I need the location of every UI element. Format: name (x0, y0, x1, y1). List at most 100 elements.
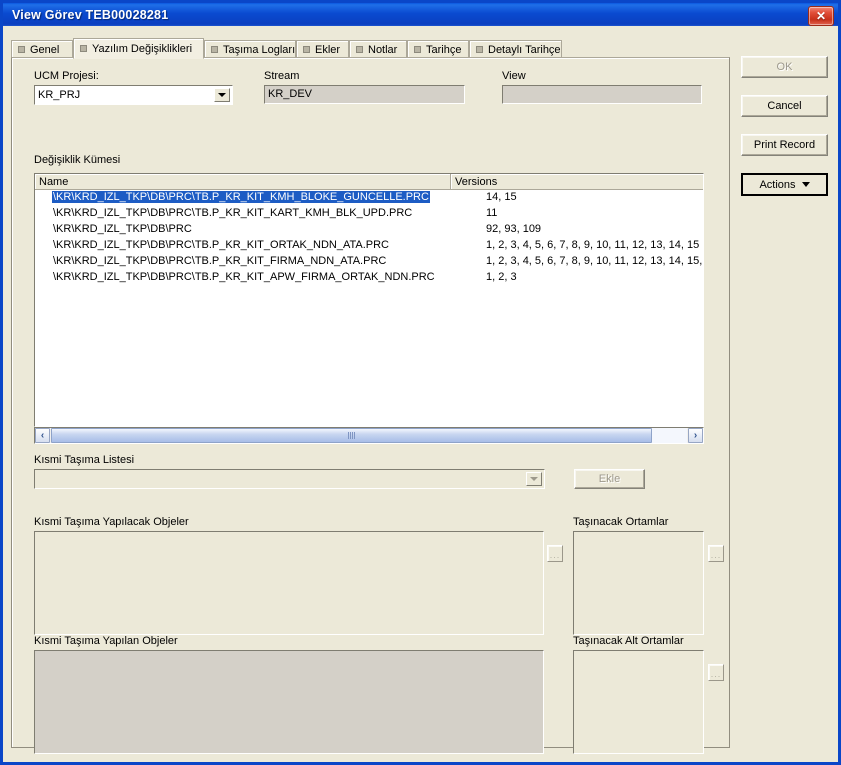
print-record-button-label: Print Record (753, 139, 816, 151)
window-title: View Görev TEB00028281 (12, 7, 169, 22)
close-icon[interactable]: ✕ (808, 6, 834, 26)
tab-genel[interactable]: Genel (11, 40, 73, 58)
tab-icon (18, 46, 25, 53)
table-row[interactable]: \KR\KRD_IZL_TKP\DB\PRC 92, 93, 109 (35, 222, 703, 238)
listview-horizontal-scrollbar[interactable]: ‹ › (34, 427, 704, 444)
cancel-button[interactable]: Cancel (741, 95, 828, 117)
scrollbar-track[interactable] (652, 428, 687, 443)
listview-rows: \KR\KRD_IZL_TKP\DB\PRC\TB.P_KR_KIT_KMH_B… (35, 190, 703, 426)
browse-label: ... (710, 550, 722, 560)
chevron-down-icon[interactable] (526, 472, 542, 486)
tab-icon (414, 46, 421, 53)
tab-label: Yazılım Değişiklikleri (92, 42, 193, 55)
tab-icon (80, 45, 87, 52)
changeset-listview[interactable]: Name Versions \KR\KRD_IZL_TKP\DB\PRC\TB.… (34, 173, 704, 427)
dialog-window: View Görev TEB00028281 ✕ Genel Yazılım D… (0, 0, 841, 765)
actions-button-label: Actions (759, 178, 796, 191)
sub-envs-label: Taşınacak Alt Ortamlar (573, 635, 684, 647)
row-name: \KR\KRD_IZL_TKP\DB\PRC\TB.P_KR_KIT_KART_… (53, 207, 413, 219)
tab-tarihce[interactable]: Tarihçe (407, 40, 469, 58)
browse-label: ... (710, 669, 722, 679)
cancel-button-label: Cancel (767, 100, 802, 112)
tab-label: Genel (30, 43, 60, 56)
ucm-project-value: KR_PRJ (38, 89, 81, 101)
browse-label: ... (549, 550, 561, 560)
tab-icon (303, 46, 310, 53)
title-bar: View Görev TEB00028281 ✕ (3, 3, 838, 26)
stream-field: KR_DEV (264, 85, 465, 104)
tab-strip: Genel Yazılım Değişiklikleri Taşıma Logl… (11, 38, 730, 59)
objects-moved-field[interactable] (34, 650, 544, 754)
table-row[interactable]: \KR\KRD_IZL_TKP\DB\PRC\TB.P_KR_KIT_FIRMA… (35, 254, 703, 270)
chevron-down-icon[interactable] (214, 88, 230, 102)
row-versions: 1, 2, 3, 4, 5, 6, 7, 8, 9, 10, 11, 12, 1… (486, 239, 700, 251)
row-name: \KR\KRD_IZL_TKP\DB\PRC\TB.P_KR_KIT_ORTAK… (53, 239, 389, 251)
changeset-label: Değişiklik Kümesi (34, 154, 121, 166)
tab-label: Tarihçe (426, 43, 462, 56)
scroll-left-glyph: ‹ (40, 430, 45, 441)
chevron-down-icon (801, 182, 810, 187)
row-versions: 11 (486, 207, 498, 219)
row-name: \KR\KRD_IZL_TKP\DB\PRC\TB.P_KR_KIT_FIRMA… (53, 255, 387, 267)
tab-icon (211, 46, 218, 53)
stream-value: KR_DEV (268, 88, 313, 100)
print-record-button[interactable]: Print Record (741, 134, 828, 156)
tab-detayli-tarihce[interactable]: Detaylı Tarihçe (469, 40, 562, 58)
scrollbar-thumb[interactable] (51, 428, 652, 443)
ok-button-label: OK (776, 61, 793, 73)
tab-label: Detaylı Tarihçe (488, 43, 561, 56)
dialog-client-area: Genel Yazılım Değişiklikleri Taşıma Logl… (3, 26, 838, 762)
envs-label: Taşınacak Ortamlar (573, 516, 669, 528)
column-header-versions[interactable]: Versions (451, 174, 703, 189)
scrollbar-grip (348, 432, 355, 439)
tab-page-yazilim-degisiklikleri: UCM Projesi: KR_PRJ Stream KR_DEV View D… (11, 57, 730, 754)
row-versions: 92, 93, 109 (486, 223, 542, 235)
add-button-label: Ekle (598, 473, 621, 485)
scroll-right-icon[interactable]: › (688, 428, 703, 443)
tab-label: Taşıma Logları (223, 43, 296, 56)
view-field (502, 85, 702, 104)
row-versions: 14, 15 (486, 191, 517, 203)
table-row[interactable]: \KR\KRD_IZL_TKP\DB\PRC\TB.P_KR_KIT_KART_… (35, 206, 703, 222)
column-header-name[interactable]: Name (35, 174, 451, 189)
sub-envs-browse-button[interactable]: ... (708, 664, 724, 681)
sub-envs-field[interactable] (573, 650, 704, 754)
objects-to-move-browse-button[interactable]: ... (547, 545, 563, 562)
tab-ekler[interactable]: Ekler (296, 40, 349, 58)
partial-list-label: Kısmi Taşıma Listesi (34, 454, 135, 466)
partial-list-combo[interactable] (34, 469, 545, 489)
row-name: \KR\KRD_IZL_TKP\DB\PRC\TB.P_KR_KIT_KMH_B… (52, 191, 430, 203)
ok-button[interactable]: OK (741, 56, 828, 78)
objects-moved-label: Kısmi Taşıma Yapılan Objeler (34, 635, 178, 647)
table-row[interactable]: \KR\KRD_IZL_TKP\DB\PRC\TB.P_KR_KIT_APW_F… (35, 270, 703, 286)
objects-to-move-label: Kısmi Taşıma Yapılacak Objeler (34, 516, 189, 528)
add-button[interactable]: Ekle (574, 469, 645, 489)
row-name: \KR\KRD_IZL_TKP\DB\PRC\TB.P_KR_KIT_APW_F… (53, 271, 435, 283)
tab-yazilim-degisiklikleri[interactable]: Yazılım Değişiklikleri (73, 38, 204, 59)
actions-button[interactable]: Actions (741, 173, 828, 196)
envs-browse-button[interactable]: ... (708, 545, 724, 562)
tab-label: Notlar (368, 43, 398, 56)
stream-label: Stream (264, 70, 300, 82)
tab-label: Ekler (315, 43, 341, 56)
column-header-label: Name (39, 175, 69, 188)
scroll-right-glyph: › (693, 430, 698, 441)
row-versions: 1, 2, 3 (486, 271, 517, 283)
table-row[interactable]: \KR\KRD_IZL_TKP\DB\PRC\TB.P_KR_KIT_KMH_B… (35, 190, 703, 206)
row-versions: 1, 2, 3, 4, 5, 6, 7, 8, 9, 10, 11, 12, 1… (486, 255, 704, 267)
tab-notlar[interactable]: Notlar (349, 40, 407, 58)
close-glyph: ✕ (815, 9, 827, 23)
column-header-label: Versions (455, 175, 498, 188)
table-row[interactable]: \KR\KRD_IZL_TKP\DB\PRC\TB.P_KR_KIT_ORTAK… (35, 238, 703, 254)
ucm-project-combo[interactable]: KR_PRJ (34, 85, 233, 105)
row-name: \KR\KRD_IZL_TKP\DB\PRC (53, 223, 192, 235)
tab-tasima-loglari[interactable]: Taşıma Logları (204, 40, 296, 58)
envs-field[interactable] (573, 531, 704, 635)
scroll-left-icon[interactable]: ‹ (35, 428, 50, 443)
ucm-project-label: UCM Projesi: (34, 70, 99, 82)
listview-header: Name Versions (35, 174, 703, 190)
view-label: View (502, 70, 526, 82)
objects-to-move-field[interactable] (34, 531, 544, 635)
tab-icon (356, 46, 363, 53)
tab-icon (476, 46, 483, 53)
